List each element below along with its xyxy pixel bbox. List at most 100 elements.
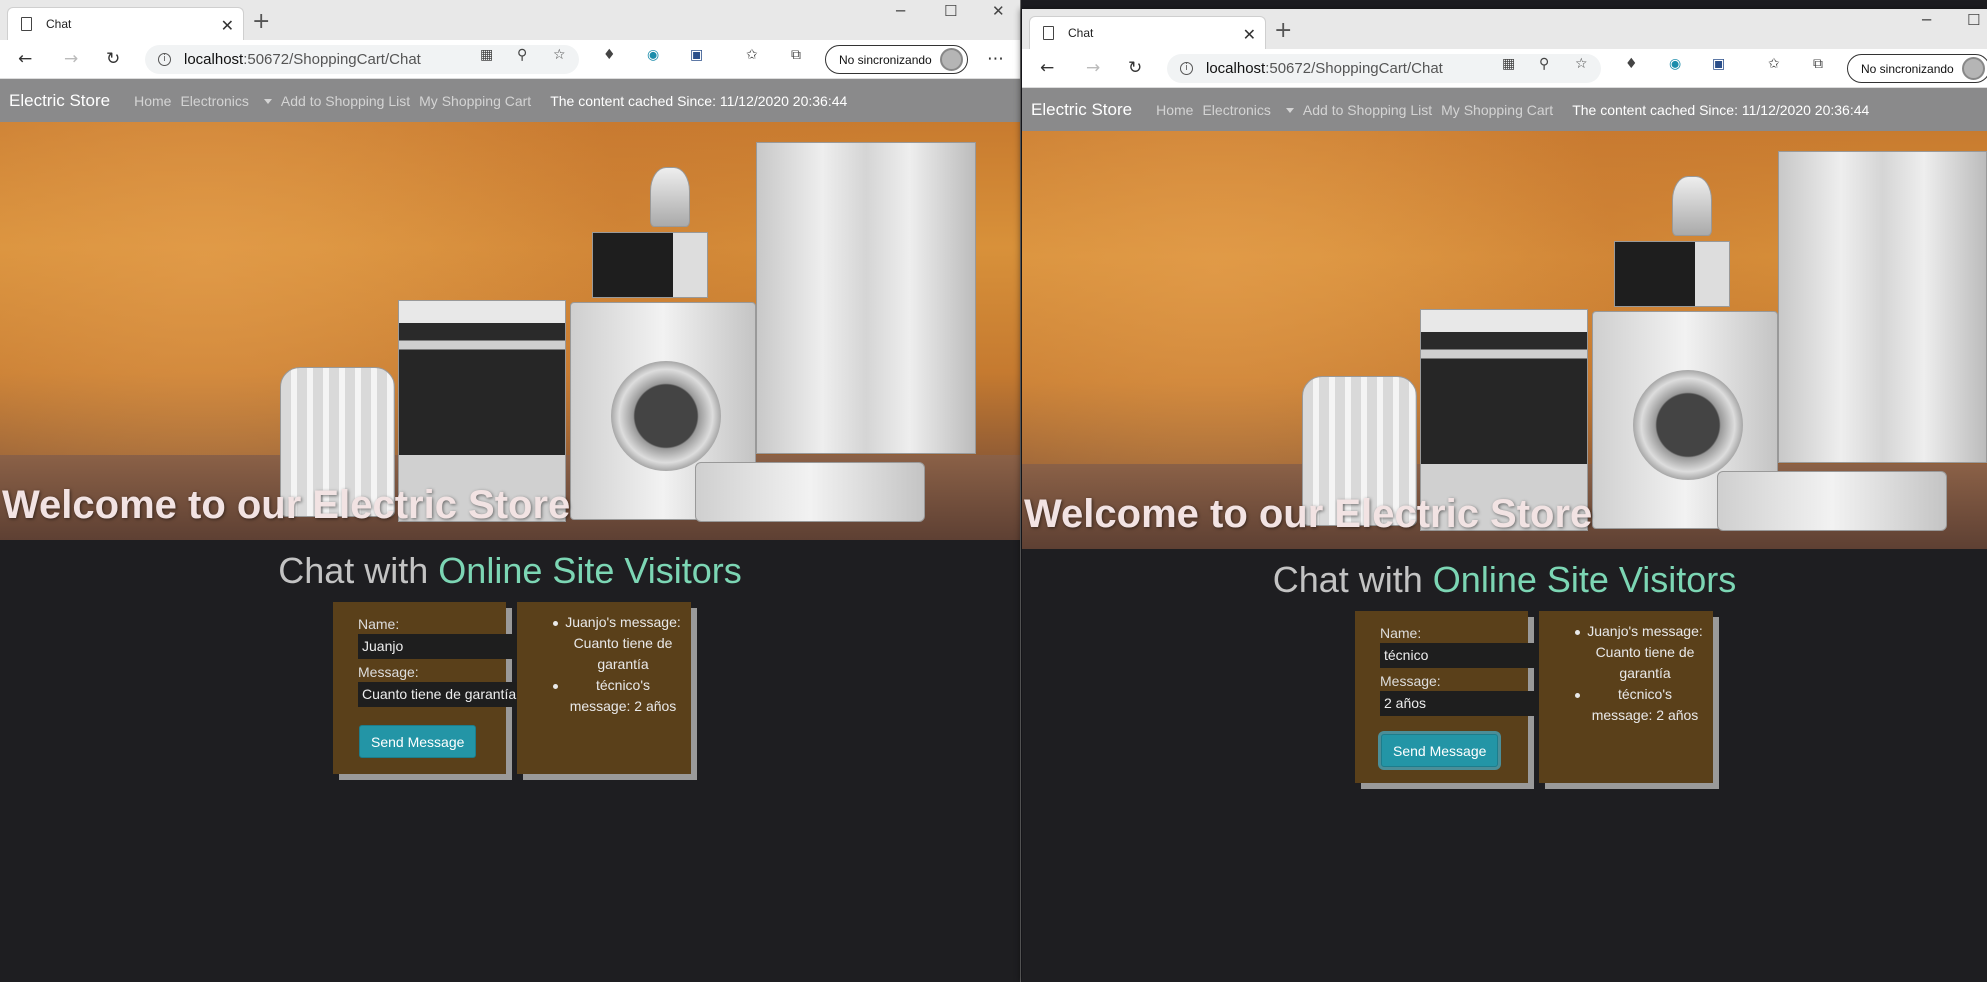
more-icon[interactable]: ⋯ bbox=[987, 49, 1004, 69]
site-info-icon[interactable]: i bbox=[158, 53, 171, 66]
browser-toolbar: ← → ↻ i localhost:50672/ShoppingCart/Cha… bbox=[0, 40, 1020, 79]
refrigerator-image bbox=[756, 142, 976, 454]
chat-area: Name: Juanjo Message: Cuanto tiene de ga… bbox=[0, 592, 1020, 792]
back-icon[interactable]: ← bbox=[18, 49, 32, 69]
refrigerator-image bbox=[1778, 151, 1987, 463]
nav-electronics-label: Electronics bbox=[180, 92, 249, 109]
maximize-icon[interactable]: ☐ bbox=[1967, 11, 1980, 29]
close-tab-icon[interactable]: ✕ bbox=[1243, 25, 1256, 45]
nav-my-cart[interactable]: My Shopping Cart bbox=[1441, 102, 1553, 118]
favorites-icon[interactable]: ✩ bbox=[746, 47, 758, 63]
nav-electronics[interactable]: Electronics bbox=[180, 92, 272, 109]
send-message-button[interactable]: Send Message bbox=[1381, 734, 1499, 767]
dropdown-caret-icon bbox=[1285, 108, 1294, 114]
washer-door bbox=[1633, 370, 1743, 480]
browser-window-right: Chat ✕ + ─ ☐ ← → ↻ i localhost:50672/Sho… bbox=[1022, 9, 1987, 982]
sync-label: No sincronizando bbox=[839, 52, 932, 67]
brand-link[interactable]: Electric Store bbox=[9, 91, 110, 111]
minimize-icon[interactable]: ─ bbox=[1922, 11, 1931, 29]
document-icon bbox=[1043, 26, 1054, 40]
reload-icon[interactable]: ↻ bbox=[106, 49, 120, 69]
extension-square-icon[interactable]: ▣ bbox=[1712, 56, 1725, 72]
nav-add-shopping-list[interactable]: Add to Shopping List bbox=[281, 93, 410, 109]
close-window-icon[interactable]: ✕ bbox=[992, 2, 1005, 20]
extension-square-icon[interactable]: ▣ bbox=[690, 47, 703, 63]
hero-banner: Welcome to our Electric Store bbox=[1022, 131, 1987, 549]
hero-heading: Welcome to our Electric Store bbox=[1024, 492, 1593, 536]
forward-icon[interactable]: → bbox=[1086, 58, 1100, 78]
extension-circle-icon[interactable]: ◉ bbox=[647, 47, 659, 63]
browser-toolbar: ← → ↻ i localhost:50672/ShoppingCart/Cha… bbox=[1022, 49, 1987, 88]
tab-title: Chat bbox=[46, 17, 72, 31]
extension-bulb-icon[interactable]: ♦ bbox=[1625, 56, 1638, 72]
message-label: Message: bbox=[358, 664, 419, 680]
url-text: localhost:50672/ShoppingCart/Chat bbox=[1206, 60, 1443, 77]
nav-my-cart[interactable]: My Shopping Cart bbox=[419, 93, 531, 109]
list-item: Juanjo's message: Cuanto tiene de garant… bbox=[517, 612, 691, 675]
nav-electronics[interactable]: Electronics bbox=[1202, 102, 1294, 118]
brand-link[interactable]: Electric Store bbox=[1031, 100, 1132, 120]
message-list: Juanjo's message: Cuanto tiene de garant… bbox=[1539, 621, 1713, 726]
hero-heading: Welcome to our Electric Store bbox=[2, 483, 571, 527]
favorite-star-icon[interactable]: ☆ bbox=[1575, 56, 1588, 72]
chat-title-text: Chat with bbox=[1272, 559, 1433, 600]
document-icon bbox=[21, 17, 32, 31]
message-input[interactable]: Cuanto tiene de garantía bbox=[358, 682, 518, 707]
tab-chat[interactable]: Chat ✕ bbox=[7, 7, 244, 40]
browser-window-left: Chat ✕ + ─ ☐ ✕ ← → ↻ i localhost:50672/S… bbox=[0, 0, 1021, 982]
list-item: Juanjo's message: Cuanto tiene de garant… bbox=[1539, 621, 1713, 684]
profile-sync-button[interactable]: No sincronizando bbox=[1847, 54, 1987, 83]
avatar-icon bbox=[939, 48, 963, 71]
iron-image bbox=[650, 167, 690, 227]
list-item: técnico's message: 2 años bbox=[1539, 684, 1713, 726]
nav-add-shopping-list[interactable]: Add to Shopping List bbox=[1303, 102, 1432, 118]
minimize-icon[interactable]: ─ bbox=[896, 2, 905, 20]
read-aloud-icon[interactable]: ▦ bbox=[1502, 56, 1515, 72]
send-message-button[interactable]: Send Message bbox=[359, 725, 477, 758]
favorites-icon[interactable]: ✩ bbox=[1768, 56, 1780, 72]
chat-form: Name: técnico Message: 2 años Send Messa… bbox=[1355, 611, 1540, 783]
site-info-icon[interactable]: i bbox=[1180, 62, 1193, 75]
iron-image bbox=[1672, 176, 1712, 236]
profile-sync-button[interactable]: No sincronizando bbox=[825, 45, 968, 74]
cache-timestamp: The content cached Since: 11/12/2020 20:… bbox=[550, 92, 848, 109]
chat-title-text: Chat with bbox=[278, 550, 439, 591]
favorite-star-icon[interactable]: ☆ bbox=[553, 47, 566, 63]
tab-strip: Chat ✕ + ─ ☐ bbox=[1022, 9, 1987, 49]
extension-circle-icon[interactable]: ◉ bbox=[1669, 56, 1681, 72]
chat-area: Name: técnico Message: 2 años Send Messa… bbox=[1022, 601, 1987, 801]
name-input[interactable]: técnico bbox=[1380, 643, 1540, 668]
new-tab-icon[interactable]: + bbox=[252, 9, 270, 34]
name-input[interactable]: Juanjo bbox=[358, 634, 518, 659]
chat-title-highlight: Online Site Visitors bbox=[438, 550, 742, 591]
address-bar[interactable]: i localhost:50672/ShoppingCart/Chat bbox=[1167, 54, 1601, 83]
new-tab-icon[interactable]: + bbox=[1274, 18, 1292, 43]
dropdown-caret-icon bbox=[263, 99, 272, 105]
air-conditioner-image bbox=[695, 462, 925, 522]
back-icon[interactable]: ← bbox=[1040, 58, 1054, 78]
cache-timestamp: The content cached Since: 11/12/2020 20:… bbox=[1572, 101, 1870, 118]
name-label: Name: bbox=[358, 616, 400, 632]
message-label: Message: bbox=[1380, 673, 1441, 689]
message-input[interactable]: 2 años bbox=[1380, 691, 1540, 716]
maximize-icon[interactable]: ☐ bbox=[944, 2, 957, 20]
message-list: Juanjo's message: Cuanto tiene de garant… bbox=[517, 612, 691, 717]
zoom-icon[interactable]: ⚲ bbox=[517, 47, 527, 63]
collections-icon[interactable]: ⧉ bbox=[1813, 56, 1823, 72]
collections-icon[interactable]: ⧉ bbox=[791, 47, 801, 63]
reload-icon[interactable]: ↻ bbox=[1128, 58, 1142, 78]
name-label: Name: bbox=[1380, 625, 1422, 641]
extension-bulb-icon[interactable]: ♦ bbox=[603, 47, 616, 63]
close-tab-icon[interactable]: ✕ bbox=[221, 16, 234, 36]
address-bar[interactable]: i localhost:50672/ShoppingCart/Chat bbox=[145, 45, 579, 74]
avatar-icon bbox=[1961, 57, 1985, 80]
url-text: localhost:50672/ShoppingCart/Chat bbox=[184, 51, 421, 68]
nav-home[interactable]: Home bbox=[1156, 102, 1193, 118]
tab-chat[interactable]: Chat ✕ bbox=[1029, 16, 1266, 49]
forward-icon[interactable]: → bbox=[64, 49, 78, 69]
nav-home[interactable]: Home bbox=[134, 93, 171, 109]
tab-title: Chat bbox=[1068, 26, 1094, 40]
zoom-icon[interactable]: ⚲ bbox=[1539, 56, 1549, 72]
read-aloud-icon[interactable]: ▦ bbox=[480, 47, 493, 63]
chat-title: Chat with Online Site Visitors bbox=[0, 550, 1020, 592]
